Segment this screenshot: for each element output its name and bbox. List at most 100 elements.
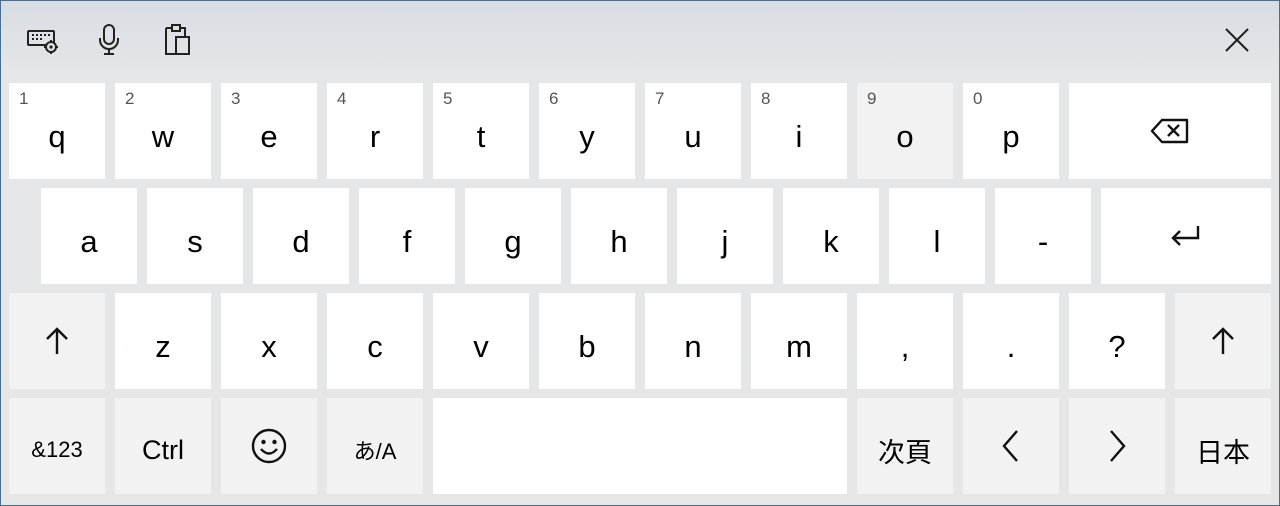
key-m[interactable]: m	[751, 293, 847, 389]
key-label: x	[261, 329, 277, 364]
key-label: z	[155, 329, 171, 364]
backspace-icon	[1150, 117, 1190, 145]
key-o[interactable]: 9 o	[857, 83, 953, 179]
touch-keyboard: 1 q 2 w 3 e 4 r 5 t 6 y 7 u 8 i 9 o 0 p	[1, 1, 1279, 505]
emoji-key[interactable]	[221, 398, 317, 494]
keyboard-settings-button[interactable]	[20, 17, 66, 63]
key-number-hint: 2	[125, 89, 135, 108]
key-b[interactable]: b	[539, 293, 635, 389]
key-label: i	[795, 119, 803, 154]
enter-key[interactable]	[1101, 188, 1271, 284]
key-number-hint: 7	[655, 89, 665, 108]
key-label: a	[80, 224, 98, 259]
key-label: k	[823, 224, 839, 259]
key-y[interactable]: 6 y	[539, 83, 635, 179]
key-label: c	[367, 329, 383, 364]
key-label: b	[578, 329, 596, 364]
key-a[interactable]: a	[41, 188, 137, 284]
shift-left-key[interactable]	[9, 293, 105, 389]
key-label: 日本	[1196, 437, 1250, 468]
key-label: e	[260, 119, 278, 154]
keyboard-settings-icon	[26, 25, 60, 55]
key-q[interactable]: 1 q	[9, 83, 105, 179]
key-d[interactable]: d	[253, 188, 349, 284]
backspace-key[interactable]	[1069, 83, 1271, 179]
chevron-right-icon	[1107, 429, 1127, 463]
key-i[interactable]: 8 i	[751, 83, 847, 179]
key-hyphen[interactable]: -	[995, 188, 1091, 284]
key-number-hint: 4	[337, 89, 347, 108]
shift-up-arrow-icon	[1211, 326, 1235, 356]
key-label: w	[151, 119, 175, 154]
symbols-key[interactable]: &123	[9, 398, 105, 494]
key-w[interactable]: 2 w	[115, 83, 211, 179]
key-label: -	[1037, 224, 1049, 259]
language-key[interactable]: 日本	[1175, 398, 1271, 494]
clipboard-icon	[162, 23, 192, 57]
key-n[interactable]: n	[645, 293, 741, 389]
key-label: Ctrl	[142, 434, 184, 465]
key-label: l	[933, 224, 941, 259]
key-x[interactable]: x	[221, 293, 317, 389]
key-e[interactable]: 3 e	[221, 83, 317, 179]
close-button[interactable]	[1214, 17, 1260, 63]
key-label: &123	[31, 437, 83, 462]
key-h[interactable]: h	[571, 188, 667, 284]
cursor-right-key[interactable]	[1069, 398, 1165, 494]
key-label: v	[473, 329, 489, 364]
key-number-hint: 9	[867, 89, 877, 108]
key-t[interactable]: 5 t	[433, 83, 529, 179]
key-comma[interactable]: ,	[857, 293, 953, 389]
key-k[interactable]: k	[783, 188, 879, 284]
key-label: y	[579, 119, 595, 154]
clipboard-button[interactable]	[154, 17, 200, 63]
close-icon	[1224, 27, 1250, 53]
key-number-hint: 5	[443, 89, 453, 108]
key-g[interactable]: g	[465, 188, 561, 284]
key-label: ,	[900, 329, 910, 364]
key-j[interactable]: j	[677, 188, 773, 284]
key-number-hint: 6	[549, 89, 559, 108]
key-u[interactable]: 7 u	[645, 83, 741, 179]
spacebar-key[interactable]	[433, 398, 847, 494]
key-label: ?	[1108, 329, 1126, 364]
key-label: f	[402, 224, 412, 259]
keyboard-toolbar	[1, 1, 1279, 81]
key-l[interactable]: l	[889, 188, 985, 284]
key-label: p	[1002, 119, 1020, 154]
key-number-hint: 3	[231, 89, 241, 108]
key-number-hint: 0	[973, 89, 983, 108]
ctrl-key[interactable]: Ctrl	[115, 398, 211, 494]
shift-right-key[interactable]	[1175, 293, 1271, 389]
key-label: t	[476, 119, 486, 154]
key-v[interactable]: v	[433, 293, 529, 389]
key-label: d	[292, 224, 310, 259]
key-label: m	[786, 329, 812, 364]
key-label: q	[48, 119, 66, 154]
chevron-left-icon	[1001, 429, 1021, 463]
key-p[interactable]: 0 p	[963, 83, 1059, 179]
key-r[interactable]: 4 r	[327, 83, 423, 179]
key-label: h	[610, 224, 628, 259]
key-s[interactable]: s	[147, 188, 243, 284]
next-page-key[interactable]: 次頁	[857, 398, 953, 494]
key-question[interactable]: ?	[1069, 293, 1165, 389]
key-label: n	[684, 329, 702, 364]
key-label: j	[721, 224, 729, 259]
key-label: o	[896, 119, 914, 154]
dictation-button[interactable]	[86, 17, 132, 63]
key-period[interactable]: .	[963, 293, 1059, 389]
key-f[interactable]: f	[359, 188, 455, 284]
key-label: 次頁	[878, 437, 932, 468]
key-label: u	[684, 119, 702, 154]
key-z[interactable]: z	[115, 293, 211, 389]
enter-icon	[1169, 223, 1203, 249]
key-label: s	[187, 224, 203, 259]
key-number-hint: 1	[19, 89, 29, 108]
shift-up-arrow-icon	[45, 326, 69, 356]
cursor-left-key[interactable]	[963, 398, 1059, 494]
ime-mode-key[interactable]: あ/A	[327, 398, 423, 494]
key-number-hint: 8	[761, 89, 771, 108]
key-label: r	[369, 119, 381, 154]
key-c[interactable]: c	[327, 293, 423, 389]
